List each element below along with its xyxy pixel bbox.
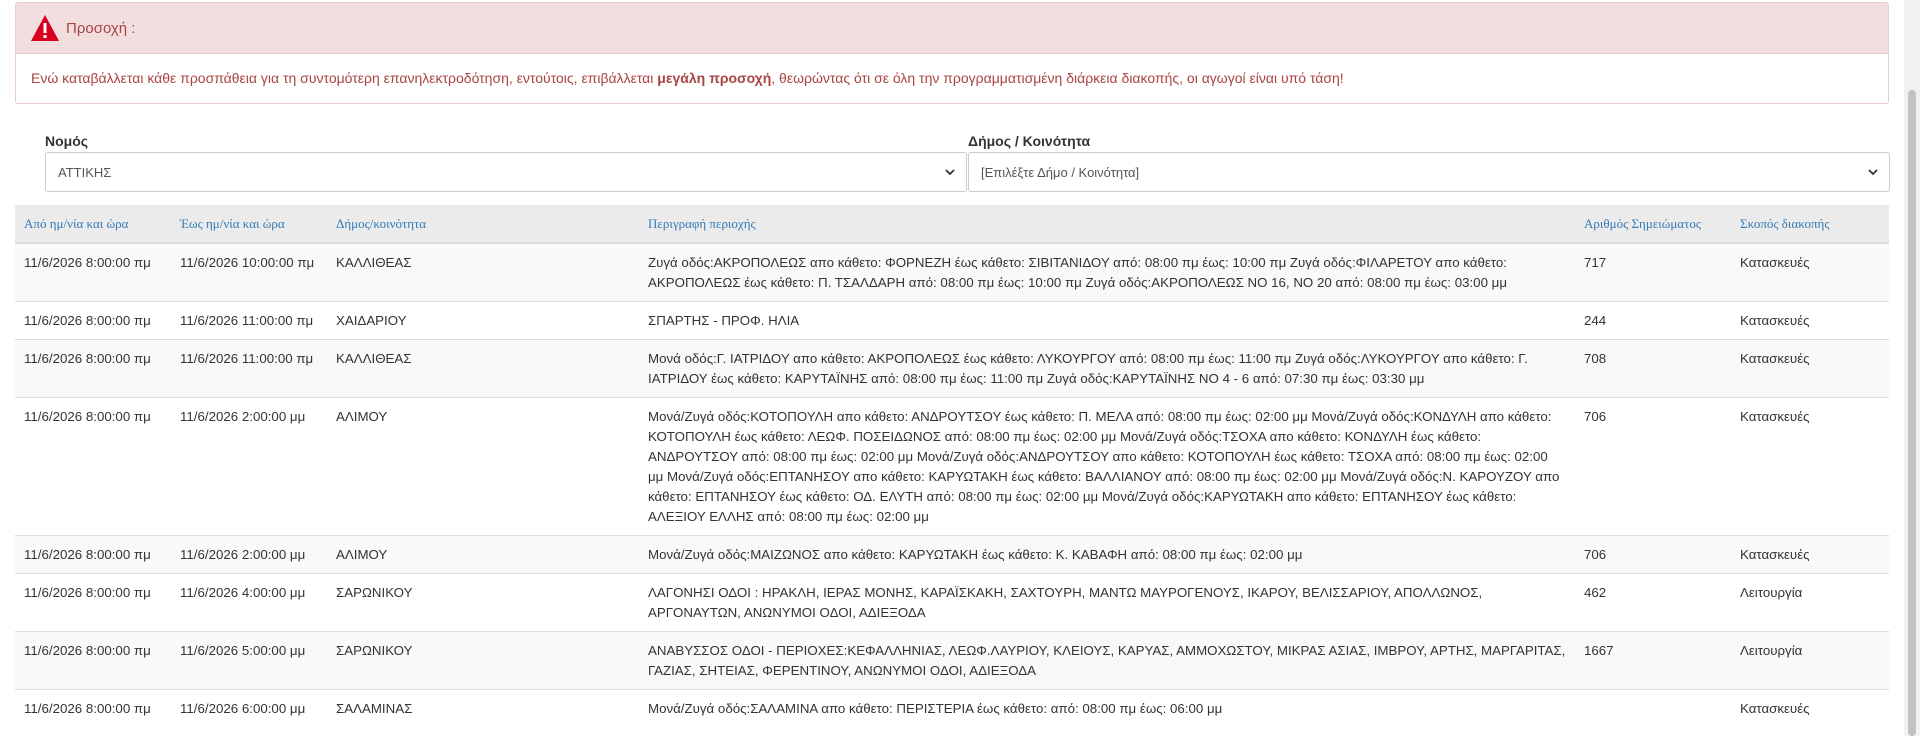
- cell-purpose: Λειτουργία: [1731, 631, 1889, 690]
- column-header-to[interactable]: Έως ημ/νία και ώρα: [171, 205, 327, 244]
- cell-to: 11/6/2026 11:00:00 πμ: [171, 339, 327, 398]
- cell-to: 11/6/2026 2:00:00 μμ: [171, 535, 327, 574]
- alert-message-text: Ενώ καταβάλλεται κάθε προσπάθεια για τη …: [31, 70, 658, 86]
- cell-note-number: 708: [1575, 339, 1731, 398]
- cell-note-number: 1667: [1575, 631, 1731, 690]
- alert-header: Προσοχή :: [16, 3, 1888, 54]
- table-row: 11/6/2026 8:00:00 πμ 11/6/2026 4:00:00 μμ…: [15, 573, 1889, 632]
- cell-municipality: ΚΑΛΛΙΘΕΑΣ: [327, 339, 639, 398]
- cell-to: 11/6/2026 11:00:00 πμ: [171, 301, 327, 340]
- cell-purpose: Κατασκευές: [1731, 689, 1889, 727]
- column-header-note-number[interactable]: Αριθμός Σημειώματος: [1575, 205, 1731, 244]
- column-header-from[interactable]: Από ημ/νία και ώρα: [15, 205, 171, 244]
- table-row: 11/6/2026 8:00:00 πμ 11/6/2026 11:00:00 π…: [15, 339, 1889, 398]
- cell-note-number: 706: [1575, 535, 1731, 574]
- cell-from: 11/6/2026 8:00:00 πμ: [15, 301, 171, 340]
- cell-municipality: ΣΑΡΩΝΙΚΟΥ: [327, 631, 639, 690]
- table-row: 11/6/2026 8:00:00 πμ 11/6/2026 2:00:00 μμ…: [15, 535, 1889, 574]
- municipality-label: Δήμος / Κοινότητα: [968, 133, 1091, 149]
- cell-to: 11/6/2026 4:00:00 μμ: [171, 573, 327, 632]
- chevron-down-icon: [1867, 166, 1879, 178]
- municipality-select[interactable]: [Επιλέξτε Δήμο / Κοινότητα]: [968, 152, 1890, 192]
- prefecture-selected-value: ΑΤΤΙΚΗΣ: [58, 164, 112, 180]
- cell-note-number: 717: [1575, 242, 1731, 302]
- cell-to: 11/6/2026 2:00:00 μμ: [171, 397, 327, 536]
- cell-note-number: 462: [1575, 573, 1731, 632]
- scrollbar-thumb[interactable]: [1908, 90, 1916, 736]
- cell-note-number: 244: [1575, 301, 1731, 340]
- cell-municipality: ΚΑΛΛΙΘΕΑΣ: [327, 242, 639, 302]
- column-header-description[interactable]: Περιγραφή περιοχής: [639, 205, 1575, 244]
- municipality-selected-value: [Επιλέξτε Δήμο / Κοινότητα]: [981, 164, 1140, 180]
- warning-triangle-icon: [30, 14, 60, 42]
- table-row: 11/6/2026 8:00:00 πμ 11/6/2026 10:00:00 π…: [15, 242, 1889, 302]
- cell-description: Μονά/Ζυγά οδός:ΚΟΤΟΠΟΥΛΗ απο κάθετο: ΑΝΔ…: [639, 397, 1575, 536]
- cell-description: Μονά οδός:Γ. ΙΑΤΡΙΔΟΥ απο κάθετο: ΑΚΡΟΠΟ…: [639, 339, 1575, 398]
- cell-from: 11/6/2026 8:00:00 πμ: [15, 339, 171, 398]
- outages-table: Από ημ/νία και ώρα Έως ημ/νία και ώρα Δή…: [15, 205, 1889, 727]
- cell-purpose: Λειτουργία: [1731, 573, 1889, 632]
- alert-message: Ενώ καταβάλλεται κάθε προσπάθεια για τη …: [16, 54, 1888, 102]
- page: Προσοχή : Ενώ καταβάλλεται κάθε προσπάθε…: [0, 0, 1904, 736]
- prefecture-label: Νομός: [45, 133, 89, 149]
- cell-description: ΛΑΓΟΝΗΣΙ ΟΔΟΙ : ΗΡΑΚΛΗ, ΙΕΡΑΣ ΜΟΝΗΣ, ΚΑΡ…: [639, 573, 1575, 632]
- table-header-row: Από ημ/νία και ώρα Έως ημ/νία και ώρα Δή…: [15, 205, 1889, 244]
- cell-municipality: ΑΛΙΜΟΥ: [327, 535, 639, 574]
- cell-municipality: ΣΑΡΩΝΙΚΟΥ: [327, 573, 639, 632]
- outages-table-container: Από ημ/νία και ώρα Έως ημ/νία και ώρα Δή…: [15, 205, 1889, 727]
- cell-description: Μονά/Ζυγά οδός:ΜΑΙΖΩΝΟΣ απο κάθετο: ΚΑΡΥ…: [639, 535, 1575, 574]
- cell-description: ΑΝΑΒΥΣΣΟΣ ΟΔΟΙ - ΠΕΡΙΟΧΕΣ:ΚΕΦΑΛΛΗΝΙΑΣ, Λ…: [639, 631, 1575, 690]
- alert-title: Προσοχή :: [66, 19, 136, 37]
- cell-description: ΣΠΑΡΤΗΣ - ΠΡΟΦ. ΗΛΙΑ: [639, 301, 1575, 340]
- cell-to: 11/6/2026 6:00:00 μμ: [171, 689, 327, 727]
- cell-description: Μονά/Ζυγά οδός:ΣΑΛΑΜΙΝΑ απο κάθετο: ΠΕΡΙ…: [639, 689, 1575, 727]
- cell-from: 11/6/2026 8:00:00 πμ: [15, 631, 171, 690]
- table-row: 11/6/2026 8:00:00 πμ 11/6/2026 11:00:00 π…: [15, 301, 1889, 340]
- table-row: 11/6/2026 8:00:00 πμ 11/6/2026 5:00:00 μμ…: [15, 631, 1889, 690]
- cell-municipality: ΣΑΛΑΜΙΝΑΣ: [327, 689, 639, 727]
- cell-from: 11/6/2026 8:00:00 πμ: [15, 535, 171, 574]
- cell-note-number: [1575, 689, 1731, 727]
- cell-from: 11/6/2026 8:00:00 πμ: [15, 242, 171, 302]
- cell-description: Ζυγά οδός:ΑΚΡΟΠΟΛΕΩΣ απο κάθετο: ΦΟΡΝΕΖΗ…: [639, 242, 1575, 302]
- alert-message-emphasis: μεγάλη προσοχή: [657, 70, 772, 86]
- page-scrollbar[interactable]: [1904, 0, 1920, 736]
- cell-purpose: Κατασκευές: [1731, 339, 1889, 398]
- cell-purpose: Κατασκευές: [1731, 242, 1889, 302]
- cell-purpose: Κατασκευές: [1731, 397, 1889, 536]
- cell-to: 11/6/2026 10:00:00 πμ: [171, 242, 327, 302]
- table-row: 11/6/2026 8:00:00 πμ 11/6/2026 2:00:00 μμ…: [15, 397, 1889, 536]
- cell-municipality: ΑΛΙΜΟΥ: [327, 397, 639, 536]
- cell-from: 11/6/2026 8:00:00 πμ: [15, 573, 171, 632]
- table-row: 11/6/2026 8:00:00 πμ 11/6/2026 6:00:00 μμ…: [15, 689, 1889, 727]
- cell-purpose: Κατασκευές: [1731, 535, 1889, 574]
- alert-message-text-end: , θεωρώντας ότι σε όλη την προγραμματισμ…: [771, 70, 1344, 86]
- cell-from: 11/6/2026 8:00:00 πμ: [15, 689, 171, 727]
- warning-alert: Προσοχή : Ενώ καταβάλλεται κάθε προσπάθε…: [15, 2, 1889, 104]
- cell-purpose: Κατασκευές: [1731, 301, 1889, 340]
- prefecture-select[interactable]: ΑΤΤΙΚΗΣ: [45, 152, 967, 192]
- cell-note-number: 706: [1575, 397, 1731, 536]
- column-header-municipality[interactable]: Δήμος/κοινότητα: [327, 205, 639, 244]
- chevron-down-icon: [944, 166, 956, 178]
- cell-to: 11/6/2026 5:00:00 μμ: [171, 631, 327, 690]
- cell-municipality: ΧΑΙΔΑΡΙΟΥ: [327, 301, 639, 340]
- cell-from: 11/6/2026 8:00:00 πμ: [15, 397, 171, 536]
- column-header-purpose[interactable]: Σκοπός διακοπής: [1731, 205, 1889, 244]
